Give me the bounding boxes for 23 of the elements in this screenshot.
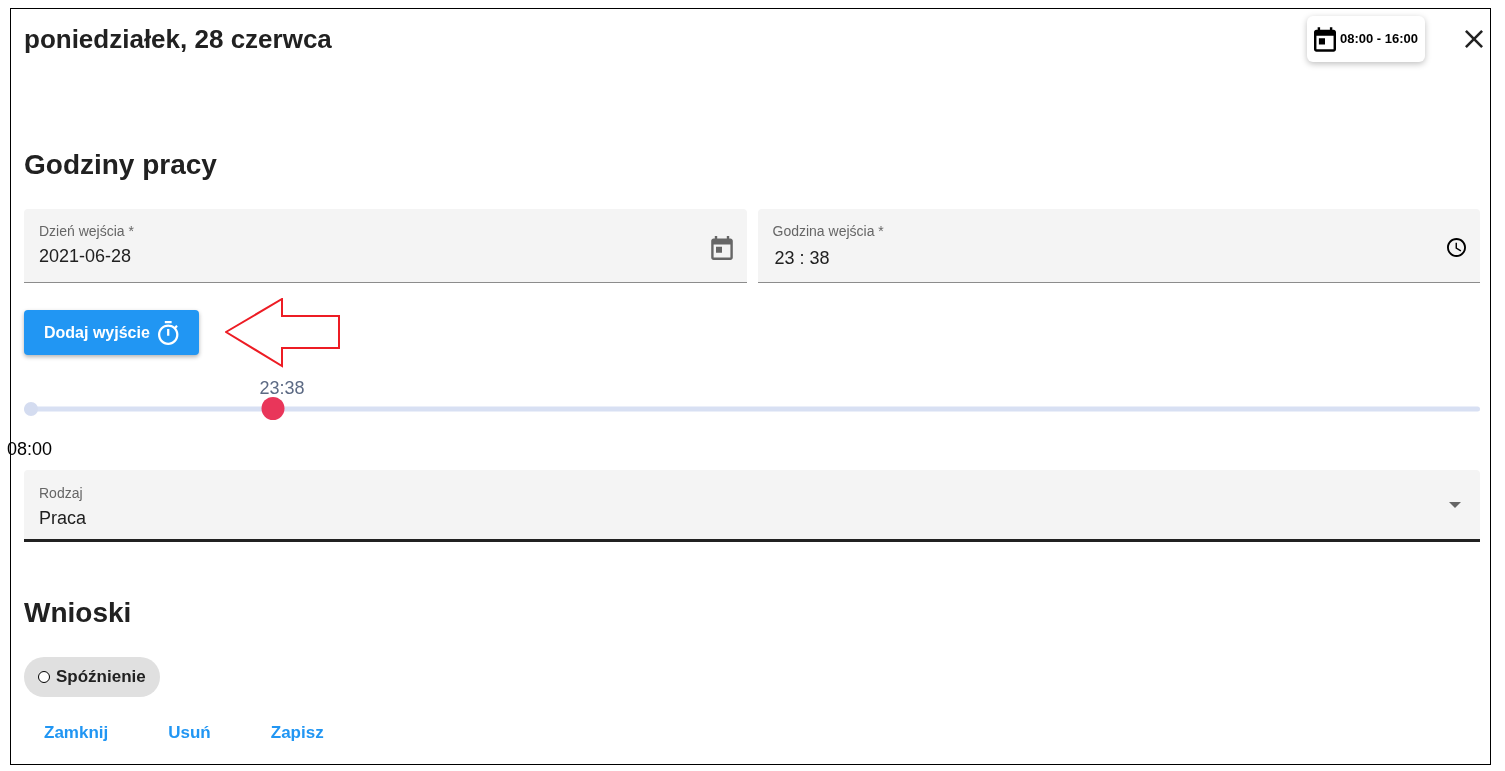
- dropdown-caret-icon: [1449, 502, 1461, 508]
- schedule-hours: 08:00 - 16:00: [1339, 30, 1418, 49]
- select-label: Rodzaj: [39, 485, 83, 501]
- time-slider[interactable]: [24, 397, 1480, 420]
- type-select[interactable]: Rodzaj Praca: [24, 470, 1480, 542]
- field-value: 23 : 38: [774, 247, 830, 269]
- close-button[interactable]: [1463, 28, 1484, 50]
- calendar-icon: [1313, 26, 1336, 52]
- field-label: Dzień wejścia *: [39, 223, 134, 239]
- dialog-title: poniedziałek, 28 czerwca: [24, 23, 332, 55]
- request-chip[interactable]: Spóźnienie: [24, 657, 160, 697]
- section-heading: Wnioski: [24, 596, 132, 630]
- slider-value-label: 23:38: [259, 377, 305, 399]
- clock-icon[interactable]: [1447, 238, 1466, 257]
- slider-thumb[interactable]: [261, 397, 285, 420]
- field-label: Godzina wejścia *: [772, 223, 884, 239]
- timer-icon: [157, 320, 179, 345]
- select-value: Praca: [39, 507, 87, 529]
- date-field[interactable]: Dzień wejścia * 2021-06-28: [24, 209, 747, 283]
- time-field[interactable]: Godzina wejścia * 23 : 38: [757, 209, 1480, 283]
- calendar-icon[interactable]: [710, 236, 733, 260]
- field-value: 2021-06-28: [39, 245, 132, 267]
- section-heading: Godziny pracy: [24, 148, 217, 182]
